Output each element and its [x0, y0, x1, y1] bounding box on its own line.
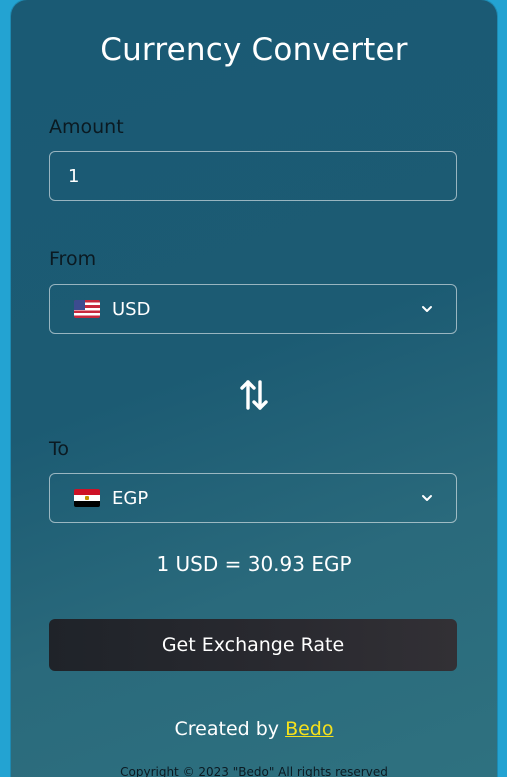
get-exchange-rate-button[interactable]: Get Exchange Rate	[49, 619, 457, 671]
amount-input[interactable]	[50, 152, 456, 200]
from-label: From	[49, 248, 97, 270]
from-currency-select[interactable]: USD	[49, 284, 457, 334]
chevron-down-icon	[422, 495, 432, 501]
converter-card: Currency Converter Amount From USD To EG…	[11, 0, 497, 777]
exchange-rate-result: 1 USD = 30.93 EGP	[156, 552, 352, 576]
created-by-credit: Created by Bedo	[11, 718, 497, 740]
to-currency-select[interactable]: EGP	[49, 473, 457, 523]
swap-arrows-icon[interactable]	[239, 378, 269, 412]
amount-label: Amount	[49, 116, 124, 138]
copyright-text: Copyright © 2023 "Bedo" All rights reser…	[120, 765, 388, 777]
us-flag-icon	[74, 300, 100, 318]
to-label: To	[49, 438, 70, 460]
from-currency-code: USD	[112, 298, 151, 320]
chevron-down-icon	[422, 306, 432, 312]
created-by-prefix: Created by	[174, 718, 286, 740]
author-link[interactable]: Bedo	[285, 718, 333, 740]
to-currency-code: EGP	[112, 487, 149, 509]
amount-field[interactable]	[49, 151, 457, 201]
page-title: Currency Converter	[100, 32, 408, 68]
egypt-flag-icon	[74, 489, 100, 507]
